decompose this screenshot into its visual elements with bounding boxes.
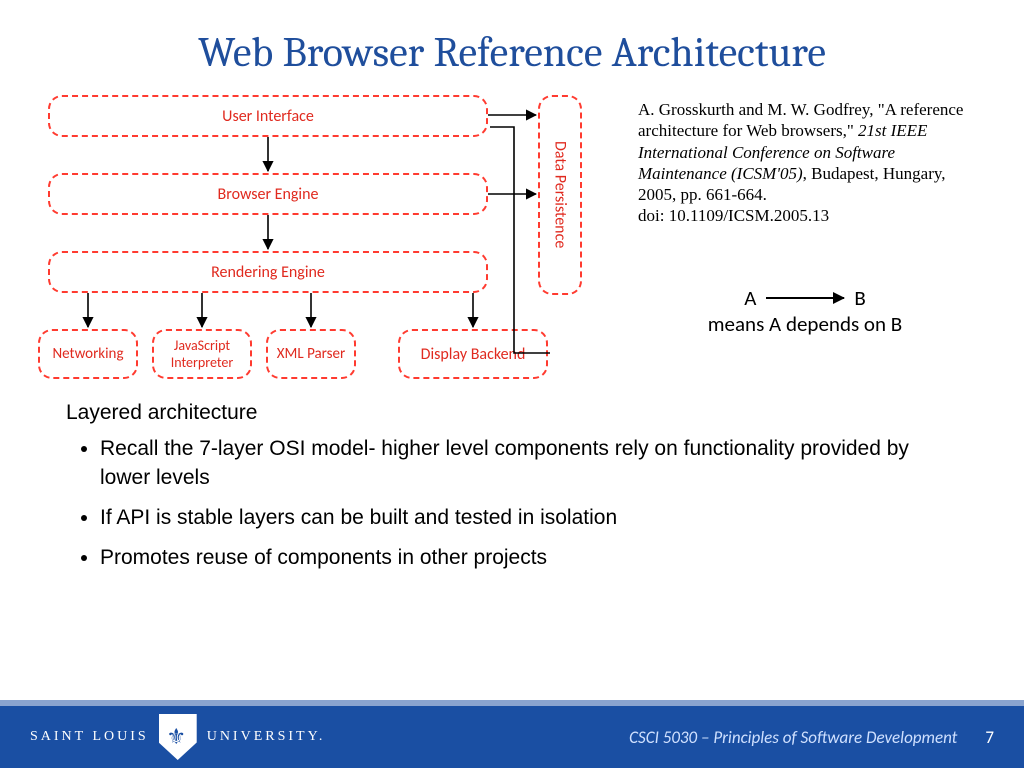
bullet-2: If API is stable layers can be built and… bbox=[100, 504, 958, 532]
legend-a: A bbox=[744, 285, 756, 311]
uni-name-left: SAINT LOUIS bbox=[30, 729, 149, 745]
body-text: Layered architecture Recall the 7-layer … bbox=[0, 395, 1024, 573]
bullet-1: Recall the 7-layer OSI model- higher lev… bbox=[100, 435, 958, 492]
legend: A B means A depends on B bbox=[638, 285, 972, 337]
box-rendering-engine: Rendering Engine bbox=[48, 251, 488, 293]
box-browser-engine: Browser Engine bbox=[48, 173, 488, 215]
bullet-3: Promotes reuse of components in other pr… bbox=[100, 544, 958, 572]
arrow-icon bbox=[766, 297, 844, 299]
legend-b: B bbox=[854, 285, 865, 311]
box-js-interpreter: JavaScript Interpreter bbox=[152, 329, 252, 379]
university-logo: SAINT LOUIS ⚜ UNIVERSITY. bbox=[30, 714, 325, 760]
legend-means: means A depends on B bbox=[638, 311, 972, 337]
slide-title: Web Browser Reference Architecture bbox=[0, 0, 1024, 77]
uni-name-right: UNIVERSITY. bbox=[207, 729, 326, 745]
lead-text: Layered architecture bbox=[66, 399, 958, 427]
citation: A. Grosskurth and M. W. Godfrey, "A refe… bbox=[638, 99, 972, 227]
course-name: CSCI 5030 – Principles of Software Devel… bbox=[629, 727, 957, 748]
box-xml-parser: XML Parser bbox=[266, 329, 356, 379]
box-display-backend: Display Backend bbox=[398, 329, 548, 379]
architecture-diagram: User Interface Browser Engine Rendering … bbox=[38, 95, 598, 395]
box-networking: Networking bbox=[38, 329, 138, 379]
shield-icon: ⚜ bbox=[159, 714, 197, 760]
box-user-interface: User Interface bbox=[48, 95, 488, 137]
page-number: 7 bbox=[985, 727, 994, 748]
footer: SAINT LOUIS ⚜ UNIVERSITY. CSCI 5030 – Pr… bbox=[0, 706, 1024, 768]
citation-doi: doi: 10.1109/ICSM.2005.13 bbox=[638, 206, 829, 225]
box-data-persistence: Data Persistence bbox=[538, 95, 582, 295]
